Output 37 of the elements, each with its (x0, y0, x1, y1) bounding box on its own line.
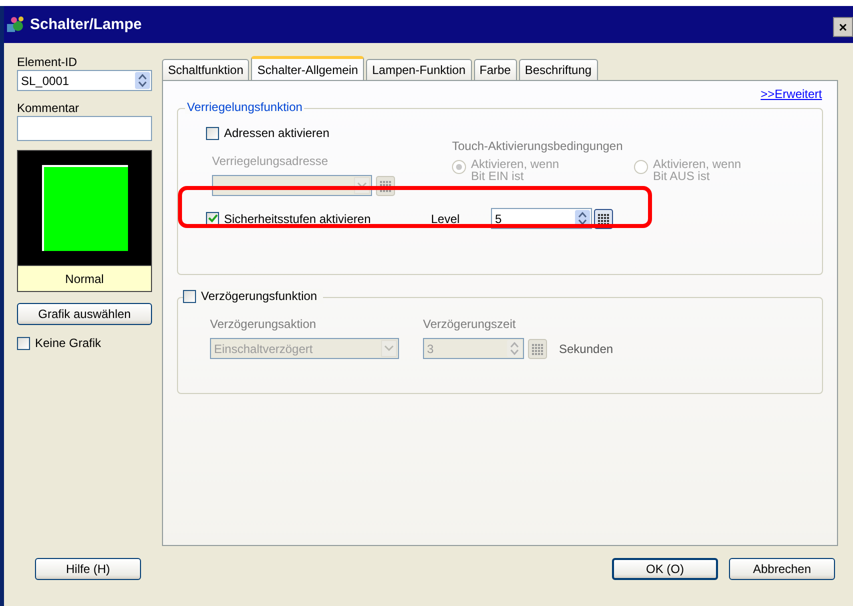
tab[interactable]: Farbe (474, 59, 517, 80)
tab[interactable]: Schalter-Allgemein (251, 56, 364, 81)
window-title: Schalter/Lampe (30, 16, 143, 33)
advanced-link[interactable]: >>Erweitert (760, 87, 822, 101)
state-label: Normal (17, 266, 152, 292)
unit-label: Sekunden (559, 342, 614, 356)
element-id-label: Element-ID (17, 55, 78, 69)
group-title: Verriegelungsfunktion (185, 100, 304, 114)
tab[interactable]: Lampen-Funktion (366, 59, 472, 80)
checkbox-label: Sicherheitsstufen aktivieren (224, 212, 371, 226)
comment-label: Kommentar (17, 101, 80, 115)
radio-dot-icon (456, 164, 462, 170)
address-label: Verriegelungsadresse (212, 154, 330, 168)
touch-condition-label: Touch-Aktivierungsbedingungen (452, 139, 624, 153)
element-id-field[interactable]: SL_0001 (17, 70, 152, 91)
app-icon (6, 16, 26, 34)
close-button[interactable]: × (833, 16, 853, 36)
checkbox-label: Verzögerungsfunktion (201, 289, 318, 303)
delay-time-label: Verzögerungszeit (423, 317, 517, 331)
checkbox-label: Keine Grafik (35, 336, 102, 350)
help-button[interactable]: Hilfe (H) (35, 558, 141, 580)
checkbox[interactable] (17, 336, 30, 350)
radio-label: Aktivieren, wenn (471, 158, 560, 170)
radio-label: Bit AUS ist (653, 170, 711, 182)
radio-label: Bit EIN ist (471, 170, 524, 182)
checkbox-label: Adressen aktivieren (224, 126, 330, 140)
radio-label: Aktivieren, wenn (653, 158, 742, 170)
spinner-arrows-icon[interactable] (578, 212, 587, 225)
ok-button[interactable]: OK (O) (612, 558, 718, 580)
comment-field[interactable] (17, 116, 152, 141)
tab[interactable]: Schaltfunktion (162, 59, 250, 80)
delay-action-label: Verzögerungsaktion (210, 317, 318, 331)
tab[interactable]: Beschriftung (518, 59, 598, 80)
spinner-arrows-icon[interactable] (138, 74, 147, 87)
level-label: Level (431, 212, 461, 226)
cancel-button[interactable]: Abbrechen (729, 558, 835, 580)
select-graphic-button[interactable]: Grafik auswählen (17, 303, 152, 325)
